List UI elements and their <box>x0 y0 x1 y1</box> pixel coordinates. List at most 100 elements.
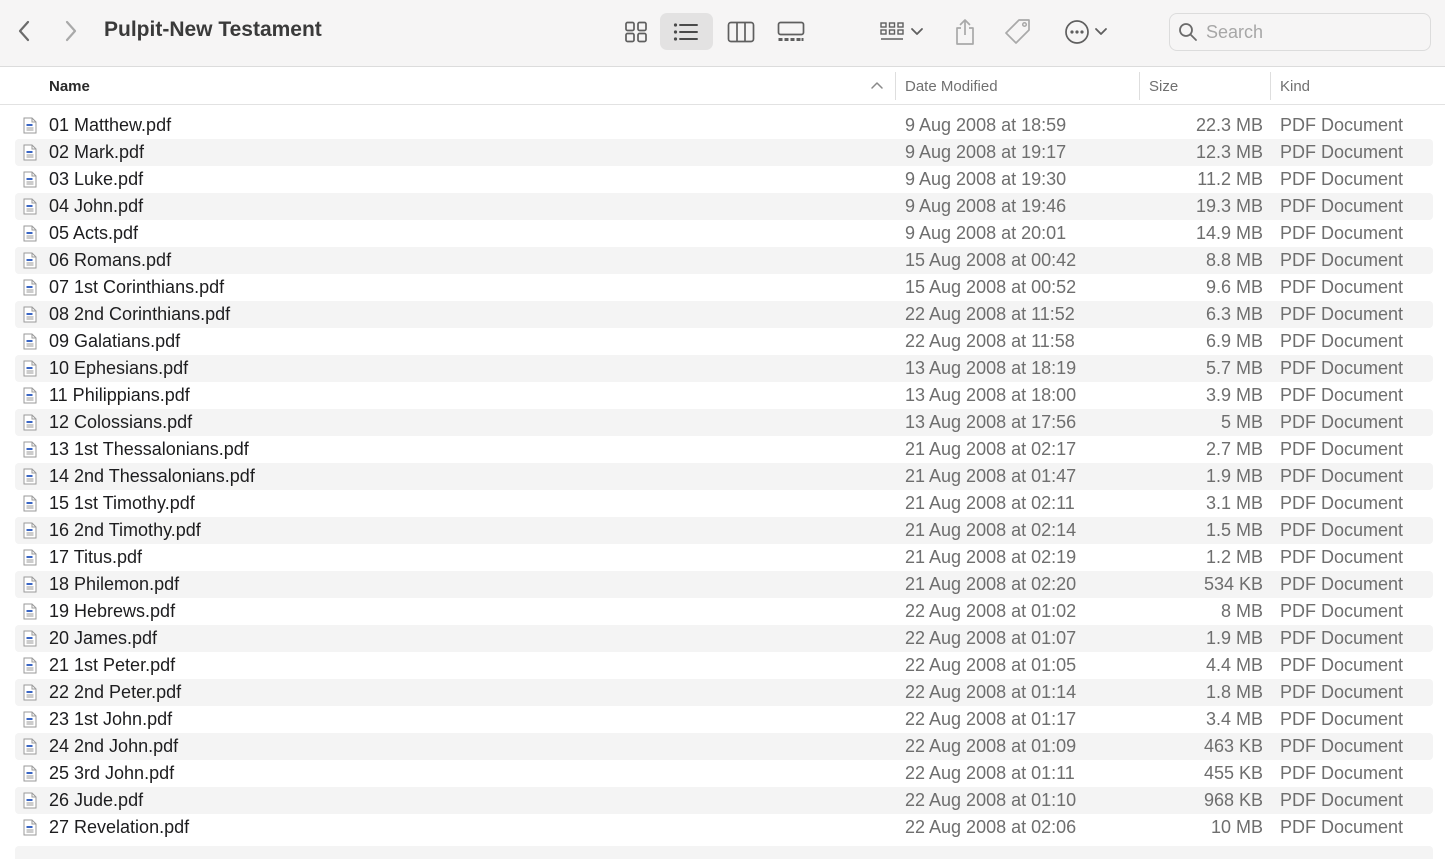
file-row[interactable]: 07 1st Corinthians.pdf 15 Aug 2008 at 00:… <box>15 274 1433 301</box>
file-row[interactable]: 23 1st John.pdf 22 Aug 2008 at 01:17 3.4 M… <box>15 706 1433 733</box>
file-name: 11 Philippians.pdf <box>49 385 190 405</box>
pdf-file-icon <box>23 306 37 323</box>
back-button[interactable] <box>9 16 39 46</box>
file-kind: PDF Document <box>1280 250 1404 270</box>
file-size: 14.9 MB <box>1195 223 1263 243</box>
file-size: 12.3 MB <box>1195 142 1263 162</box>
file-row[interactable]: 02 Mark.pdf 9 Aug 2008 at 19:17 12.3 MB PDF… <box>15 139 1433 166</box>
file-kind: PDF Document <box>1280 547 1404 567</box>
file-kind: PDF Document <box>1280 142 1404 162</box>
chevron-down-icon <box>911 27 923 35</box>
file-row[interactable]: 12 Colossians.pdf 13 Aug 2008 at 17:56 5 M… <box>15 409 1433 436</box>
file-name: 12 Colossians.pdf <box>49 412 193 432</box>
pdf-file-icon <box>23 765 37 782</box>
file-name: 03 Luke.pdf <box>49 169 144 189</box>
file-size: 968 KB <box>1203 790 1263 810</box>
file-kind: PDF Document <box>1280 655 1404 675</box>
file-name: 27 Revelation.pdf <box>49 817 190 837</box>
file-date-modified: 9 Aug 2008 at 19:17 <box>905 142 1067 162</box>
pdf-file-icon <box>23 468 37 485</box>
file-row[interactable]: 18 Philemon.pdf 21 Aug 2008 at 02:20 534 K… <box>15 571 1433 598</box>
file-row[interactable]: 24 2nd John.pdf 22 Aug 2008 at 01:09 463 K… <box>15 733 1433 760</box>
search-field[interactable] <box>1169 13 1431 51</box>
file-size: 11.2 MB <box>1197 169 1263 189</box>
file-row[interactable]: 11 Philippians.pdf 13 Aug 2008 at 18:00 3.… <box>15 382 1433 409</box>
file-row[interactable]: 14 2nd Thessalonians.pdf 21 Aug 2008 at 0… <box>15 463 1433 490</box>
file-name: 22 2nd Peter.pdf <box>49 682 182 702</box>
file-row[interactable]: 06 Romans.pdf 15 Aug 2008 at 00:42 8.8 MB P… <box>15 247 1433 274</box>
file-size: 463 KB <box>1203 736 1263 756</box>
file-row[interactable]: 08 2nd Corinthians.pdf 22 Aug 2008 at 11:… <box>15 301 1433 328</box>
pdf-file-icon <box>23 819 37 836</box>
file-kind: PDF Document <box>1280 169 1404 189</box>
file-kind: PDF Document <box>1280 493 1404 513</box>
pdf-file-icon <box>23 333 37 350</box>
file-size: 534 KB <box>1203 574 1263 594</box>
column-header-kind[interactable]: Kind <box>1280 68 1310 104</box>
column-divider[interactable] <box>1270 72 1271 100</box>
gallery-view-button[interactable] <box>774 13 808 50</box>
file-kind: PDF Document <box>1280 277 1404 297</box>
file-name: 19 Hebrews.pdf <box>49 601 176 621</box>
file-date-modified: 15 Aug 2008 at 00:52 <box>905 277 1077 297</box>
group-menu-button[interactable] <box>874 13 928 50</box>
file-size: 8.8 MB <box>1205 250 1263 270</box>
file-date-modified: 21 Aug 2008 at 02:17 <box>905 439 1077 459</box>
file-row[interactable]: 04 John.pdf 9 Aug 2008 at 19:46 19.3 MB PDF… <box>15 193 1433 220</box>
file-row[interactable]: 15 1st Timothy.pdf 21 Aug 2008 at 02:11 3.… <box>15 490 1433 517</box>
file-row[interactable]: 17 Titus.pdf 21 Aug 2008 at 02:19 1.2 MB PD… <box>15 544 1433 571</box>
column-header-name[interactable]: Name <box>49 68 90 104</box>
file-name: 02 Mark.pdf <box>49 142 145 162</box>
list-view-icon <box>673 23 698 41</box>
file-kind: PDF Document <box>1280 790 1404 810</box>
pdf-file-icon <box>23 360 37 377</box>
file-row[interactable]: 25 3rd John.pdf 22 Aug 2008 at 01:11 455 K… <box>15 760 1433 787</box>
pdf-file-icon <box>23 549 37 566</box>
more-actions-button[interactable] <box>1060 13 1112 50</box>
file-kind: PDF Document <box>1280 682 1404 702</box>
file-date-modified: 22 Aug 2008 at 01:02 <box>905 601 1077 621</box>
file-row[interactable]: 03 Luke.pdf 9 Aug 2008 at 19:30 11.2 MB PDF… <box>15 166 1433 193</box>
file-kind: PDF Document <box>1280 385 1404 405</box>
column-header-size[interactable]: Size <box>1149 68 1178 104</box>
file-row[interactable]: 26 Jude.pdf 22 Aug 2008 at 01:10 968 KB PDF… <box>15 787 1433 814</box>
file-row[interactable]: 10 Ephesians.pdf 13 Aug 2008 at 18:19 5.7 … <box>15 355 1433 382</box>
pdf-file-icon <box>23 792 37 809</box>
file-size: 455 KB <box>1203 763 1263 783</box>
pdf-file-icon <box>23 576 37 593</box>
file-row[interactable]: 09 Galatians.pdf 22 Aug 2008 at 11:58 6.9 … <box>15 328 1433 355</box>
file-row[interactable]: 16 2nd Timothy.pdf 21 Aug 2008 at 02:14 1.… <box>15 517 1433 544</box>
file-date-modified: 21 Aug 2008 at 02:14 <box>905 520 1077 540</box>
file-row[interactable]: 13 1st Thessalonians.pdf 21 Aug 2008 at 0… <box>15 436 1433 463</box>
column-divider[interactable] <box>895 72 896 100</box>
file-date-modified: 22 Aug 2008 at 11:52 <box>905 304 1075 324</box>
file-row[interactable]: 27 Revelation.pdf 22 Aug 2008 at 02:06 10 … <box>15 814 1433 841</box>
file-row[interactable]: 01 Matthew.pdf 9 Aug 2008 at 18:59 22.3 MB… <box>15 112 1433 139</box>
icon-view-button[interactable] <box>619 13 653 50</box>
share-button[interactable] <box>950 13 980 50</box>
list-view-button[interactable] <box>660 13 713 50</box>
pdf-file-icon <box>23 387 37 404</box>
file-row[interactable]: 22 2nd Peter.pdf 22 Aug 2008 at 01:14 1.8 … <box>15 679 1433 706</box>
pdf-file-icon <box>23 522 37 539</box>
file-name: 05 Acts.pdf <box>49 223 139 243</box>
pdf-file-icon <box>23 657 37 674</box>
tag-button[interactable] <box>1002 13 1034 50</box>
file-date-modified: 22 Aug 2008 at 01:14 <box>905 682 1077 702</box>
file-date-modified: 13 Aug 2008 at 17:56 <box>905 412 1077 432</box>
file-row[interactable]: 19 Hebrews.pdf 22 Aug 2008 at 01:02 8 MB PD… <box>15 598 1433 625</box>
column-header-date-modified[interactable]: Date Modified <box>905 68 998 104</box>
forward-button[interactable] <box>56 16 86 46</box>
file-date-modified: 22 Aug 2008 at 11:58 <box>905 331 1075 351</box>
file-row[interactable]: 20 James.pdf 22 Aug 2008 at 01:07 1.9 MB PD… <box>15 625 1433 652</box>
file-date-modified: 22 Aug 2008 at 01:10 <box>905 790 1077 810</box>
search-input[interactable] <box>1206 21 1406 43</box>
file-row[interactable]: 05 Acts.pdf 9 Aug 2008 at 20:01 14.9 MB PDF… <box>15 220 1433 247</box>
file-name: 24 2nd John.pdf <box>49 736 179 756</box>
file-name: 25 3rd John.pdf <box>49 763 175 783</box>
column-divider[interactable] <box>1139 72 1140 100</box>
file-row[interactable]: 21 1st Peter.pdf 22 Aug 2008 at 01:05 4.4 … <box>15 652 1433 679</box>
file-kind: PDF Document <box>1280 628 1404 648</box>
search-icon <box>1179 23 1197 41</box>
column-view-button[interactable] <box>724 13 758 50</box>
